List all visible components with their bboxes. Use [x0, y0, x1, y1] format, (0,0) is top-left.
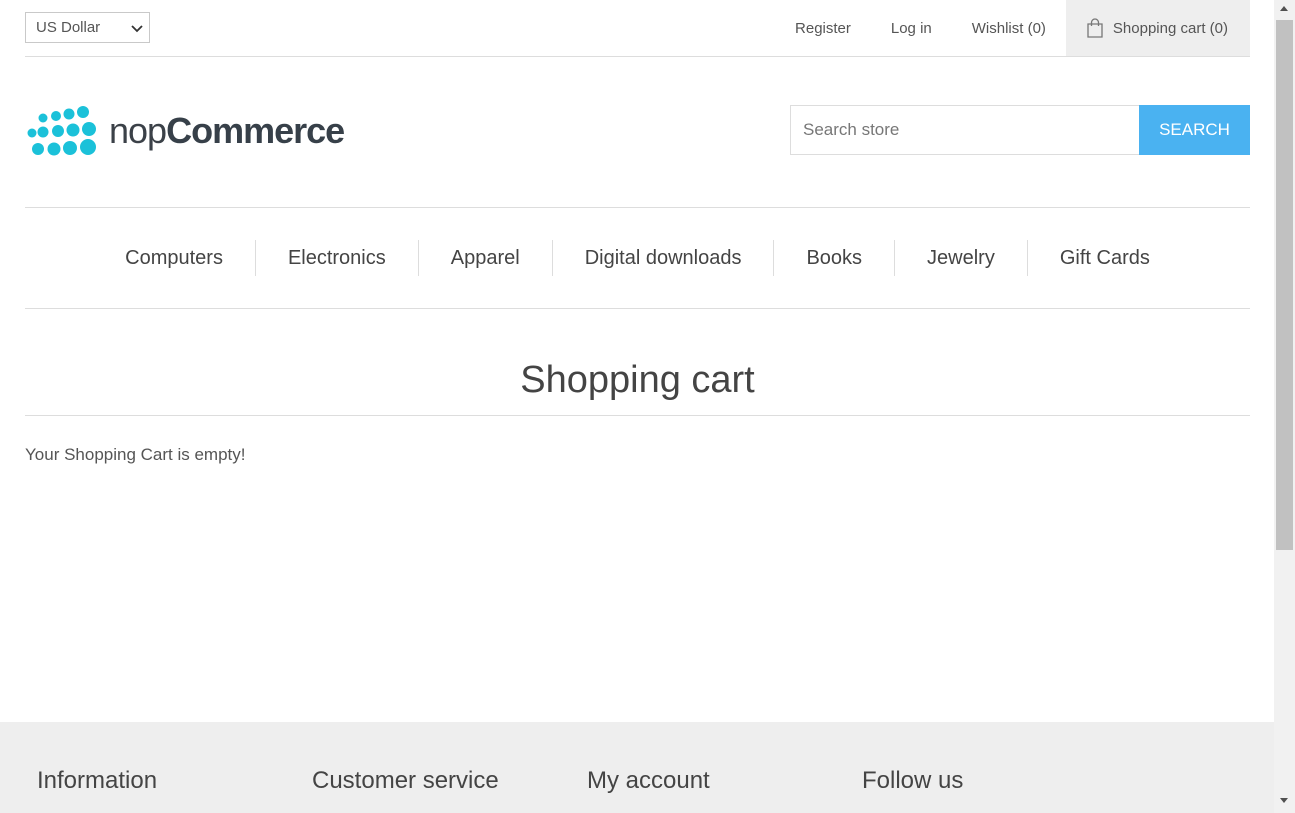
- currency-selected-value: US Dollar: [36, 19, 101, 36]
- page-title: Shopping cart: [520, 359, 755, 401]
- menu-item-gift-cards[interactable]: Gift Cards: [1026, 240, 1182, 276]
- menu-item-jewelry[interactable]: Jewelry: [894, 240, 1027, 276]
- logo-dots-icon: [27, 106, 96, 156]
- footer-heading-my-account: My account: [587, 767, 710, 794]
- currency-selector[interactable]: US Dollar: [25, 12, 150, 43]
- scroll-down-arrow-icon[interactable]: [1280, 798, 1288, 803]
- page-title-container: Shopping cart: [25, 355, 1250, 416]
- shopping-cart-label: Shopping cart (0): [1112, 19, 1228, 37]
- logo-text-bold: Commerce: [166, 110, 345, 151]
- header-upper: US Dollar Register Log in Wishlist (0) S…: [25, 0, 1250, 57]
- logo-text-light: nop: [109, 110, 167, 151]
- chevron-down-icon: [131, 25, 143, 33]
- menu-item-books[interactable]: Books: [773, 240, 894, 276]
- footer: Information Customer service My account …: [0, 722, 1274, 813]
- logo-text: nopCommerce: [109, 110, 345, 152]
- menu-item-computers[interactable]: Computers: [93, 240, 255, 276]
- menu-item-apparel[interactable]: Apparel: [417, 240, 552, 276]
- shopping-bag-icon: [1087, 18, 1103, 38]
- shopping-cart-link[interactable]: Shopping cart (0): [1065, 0, 1250, 56]
- login-link[interactable]: Log in: [891, 20, 932, 37]
- empty-cart-message: Your Shopping Cart is empty!: [25, 445, 246, 464]
- search-box: Search: [790, 105, 1250, 155]
- logo[interactable]: nopCommerce: [25, 100, 345, 162]
- search-input[interactable]: [790, 105, 1139, 155]
- search-button[interactable]: Search: [1139, 105, 1250, 155]
- footer-heading-information: Information: [37, 767, 158, 794]
- register-link[interactable]: Register: [795, 20, 851, 37]
- scroll-up-arrow-icon[interactable]: [1280, 6, 1288, 11]
- wishlist-link[interactable]: Wishlist (0): [972, 20, 1046, 37]
- header-links: Register Log in Wishlist (0) Shopping ca…: [755, 0, 1250, 56]
- footer-heading-follow-us: Follow us: [862, 767, 964, 794]
- footer-heading-customer-service: Customer service: [312, 767, 499, 794]
- scrollbar-thumb[interactable]: [1276, 20, 1293, 550]
- page: US Dollar Register Log in Wishlist (0) S…: [0, 0, 1274, 813]
- vertical-scrollbar[interactable]: [1274, 0, 1295, 813]
- menu-item-digital-downloads[interactable]: Digital downloads: [551, 240, 774, 276]
- menu-item-electronics[interactable]: Electronics: [254, 240, 418, 276]
- top-menu: Computers Electronics Apparel Digital do…: [25, 207, 1250, 309]
